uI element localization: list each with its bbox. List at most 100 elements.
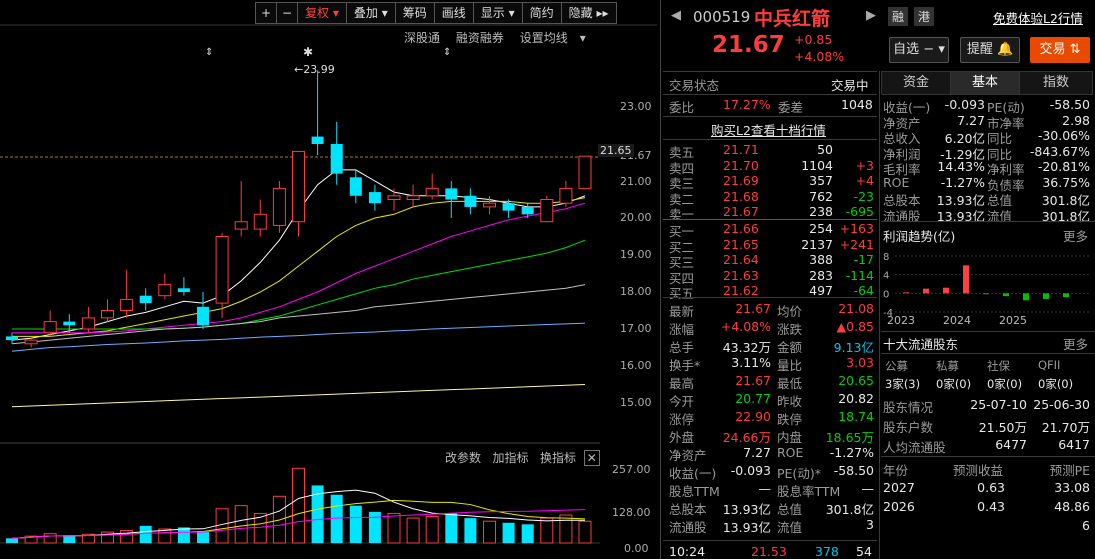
candle[interactable]	[330, 121, 343, 185]
trade-button[interactable]: 交易 ⇅	[1030, 37, 1090, 63]
fund-value: 14.43%	[937, 159, 985, 174]
event-marker[interactable]: ⇕	[205, 47, 213, 58]
vol-axis-mid: 128.00	[612, 506, 651, 519]
candle[interactable]	[349, 169, 362, 204]
candle[interactable]	[253, 199, 267, 237]
buy-l2-link[interactable]: 购买L2查看十档行情	[711, 120, 826, 139]
stock-code: 000519	[693, 8, 751, 26]
orderbook-price[interactable]: 21.66	[723, 221, 759, 236]
tab-funds[interactable]: 资金	[881, 71, 951, 95]
candle[interactable]	[292, 150, 305, 237]
holders-title: 十大流通股东	[883, 337, 959, 352]
candle[interactable]	[272, 181, 286, 233]
candle[interactable]	[234, 181, 248, 237]
orderbook-volume: 50	[817, 142, 833, 157]
edit-params-button[interactable]: 改参数	[445, 451, 481, 465]
close-icon[interactable]: ✕	[583, 450, 600, 466]
alert-button[interactable]: 提醒 🔔	[960, 37, 1020, 63]
candle[interactable]	[139, 288, 152, 311]
candle[interactable]	[540, 195, 554, 223]
candle[interactable]	[311, 70, 324, 156]
candle[interactable]	[197, 292, 209, 329]
candle[interactable]	[559, 181, 573, 207]
candle[interactable]	[81, 306, 95, 333]
forecast-year: 2026	[883, 499, 915, 514]
candle[interactable]	[387, 188, 401, 211]
quote-value: —	[758, 481, 772, 496]
chart-area[interactable]: + − 复权 ▾ 叠加 ▾ 筹码 画线 显示 ▾ 简约 隐藏 ▸▸ 深股通 融资…	[0, 0, 657, 559]
candle[interactable]	[464, 188, 477, 215]
tab-basic[interactable]: 基本	[950, 71, 1020, 95]
candle[interactable]	[158, 273, 172, 300]
quote-value: +4.08%	[720, 319, 771, 334]
add-indicator-button[interactable]: 加指标	[492, 451, 528, 465]
holders-more[interactable]: 更多	[1063, 334, 1088, 353]
candle[interactable]	[215, 232, 229, 318]
quote-label: ROE	[777, 445, 804, 460]
volume-bar	[464, 518, 477, 543]
candle-body	[368, 192, 381, 204]
candle[interactable]	[120, 269, 134, 318]
candle[interactable]	[368, 184, 381, 211]
hk-badge[interactable]: 港	[914, 7, 935, 26]
candle-body	[63, 321, 76, 326]
holder-col-value: 3家(3)	[885, 377, 921, 391]
forecast-header-pe: 预测PE	[1049, 463, 1090, 478]
margin-badge[interactable]: 融	[888, 7, 909, 26]
quote-value: 13.93亿	[722, 502, 771, 517]
price-tick: 19.00	[620, 248, 652, 261]
quote-value: 21.67	[735, 301, 771, 316]
quote-value: 20.77	[735, 391, 771, 406]
candle[interactable]	[6, 332, 18, 344]
orderbook-price[interactable]: 21.67	[723, 204, 759, 219]
candle[interactable]	[425, 173, 439, 200]
profit-bar	[943, 287, 949, 294]
trade-label: 交易	[1039, 42, 1066, 57]
candle[interactable]	[101, 299, 114, 322]
orderbook-price[interactable]: 21.71	[723, 142, 759, 157]
prev-stock-icon[interactable]: ◀	[671, 8, 681, 23]
event-marker[interactable]: ⇕	[443, 47, 451, 58]
orderbook-price[interactable]: 21.69	[723, 173, 759, 188]
price-tick: 16.00	[620, 359, 652, 372]
holder-col-value: 0家(0)	[1038, 377, 1074, 391]
profit-trend-more[interactable]: 更多	[1063, 226, 1088, 245]
l2-trial-link[interactable]: 免费体验L2行情	[993, 8, 1083, 27]
watchlist-button[interactable]: 自选 − ▾	[889, 37, 949, 63]
candle-body	[272, 187, 286, 226]
forecast-eps: 0.43	[977, 499, 1005, 514]
change-indicator-button[interactable]: 换指标	[540, 451, 576, 465]
orderbook-price[interactable]: 21.65	[723, 237, 759, 252]
quote-label: 总股本	[669, 502, 707, 517]
quote-value: 3	[866, 517, 874, 532]
fund-value: 2.98	[1062, 112, 1090, 128]
candle[interactable]	[24, 336, 38, 348]
tick-price: 21.53	[751, 544, 787, 559]
orderbook-volume: 238	[809, 204, 833, 219]
orderbook-price[interactable]: 21.70	[723, 158, 759, 173]
volume-toolbar: 改参数 加指标 换指标 ✕	[445, 449, 600, 466]
candle[interactable]	[177, 277, 190, 296]
tab-index[interactable]: 指数	[1019, 71, 1093, 95]
candle[interactable]	[445, 181, 458, 218]
volume-bar	[502, 522, 515, 543]
orderbook-price[interactable]: 21.62	[723, 283, 759, 298]
orderbook-price[interactable]: 21.63	[723, 268, 759, 283]
next-stock-icon[interactable]: ▶	[866, 8, 876, 23]
volume-bar	[139, 525, 152, 543]
holder-row-label: 人均流通股	[883, 440, 946, 455]
event-marker[interactable]: ✱	[303, 45, 313, 59]
orderbook-price[interactable]: 21.64	[723, 252, 759, 267]
candle-body	[425, 187, 439, 197]
candle-body	[445, 188, 458, 200]
candle-body	[101, 310, 114, 319]
candle[interactable]	[578, 155, 592, 189]
profit-bar	[1003, 293, 1009, 297]
volume-bar	[387, 512, 401, 544]
candle[interactable]	[406, 184, 420, 207]
kline-chart[interactable]	[0, 0, 657, 559]
orderbook-delta: -23	[853, 188, 874, 204]
orderbook-price[interactable]: 21.68	[723, 189, 759, 204]
candle[interactable]	[483, 195, 496, 215]
candle[interactable]	[43, 310, 57, 337]
